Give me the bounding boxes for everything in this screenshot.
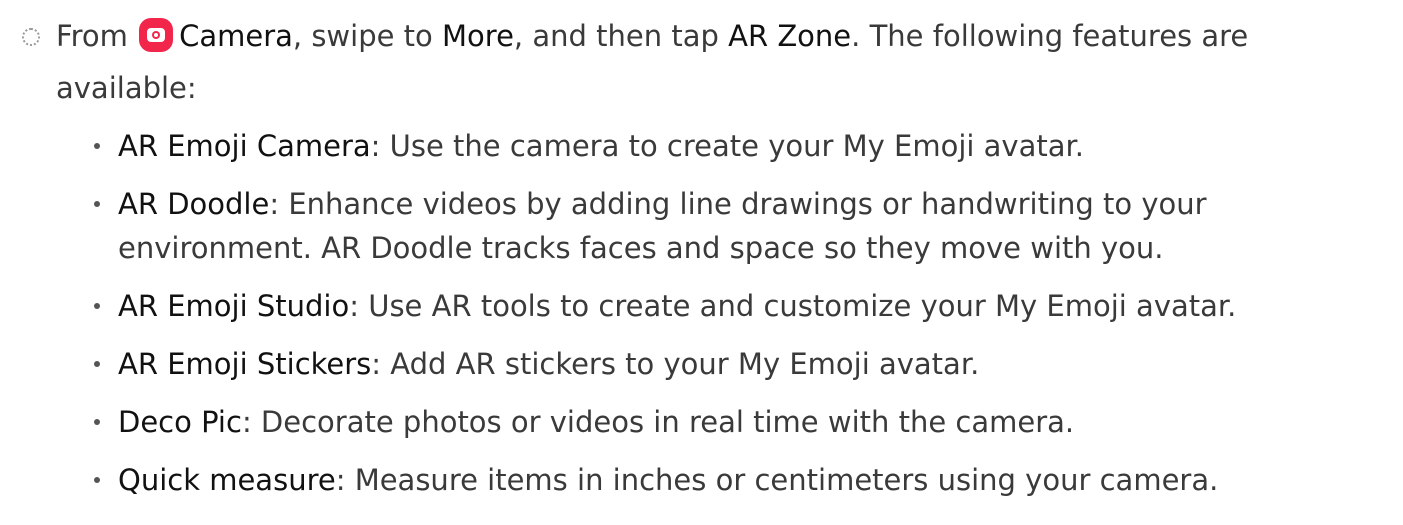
bullet-icon: [94, 201, 100, 207]
feature-item-ar-doodle: AR Doodle: Enhance videos by adding line…: [94, 182, 1394, 270]
ar-zone-label: AR Zone: [728, 19, 852, 53]
camera-app-icon: [139, 18, 174, 52]
bullet-icon: [94, 477, 100, 483]
step-intro: From Camera, swipe to More, and then tap…: [56, 10, 1386, 114]
feature-item-quick-measure: Quick measure: Measure items in inches o…: [94, 458, 1394, 502]
bullet-icon: [94, 361, 100, 367]
more-label: More: [442, 19, 514, 53]
swipe-text: , swipe to: [292, 19, 433, 53]
feature-description: : Use AR tools to create and customize y…: [349, 289, 1237, 323]
feature-item-deco-pic: Deco Pic: Decorate photos or videos in r…: [94, 400, 1394, 444]
feature-description: : Add AR stickers to your My Emoji avata…: [371, 347, 980, 381]
dotted-circle-icon: [22, 28, 40, 46]
feature-name: AR Doodle: [118, 187, 270, 221]
feature-list: AR Emoji Camera: Use the camera to creat…: [94, 124, 1394, 516]
feature-description: : Enhance videos by adding line drawings…: [118, 187, 1207, 265]
feature-name: AR Emoji Stickers: [118, 347, 372, 381]
bullet-icon: [94, 419, 100, 425]
feature-name: Deco Pic: [118, 405, 242, 439]
feature-description: : Decorate photos or videos in real time…: [241, 405, 1075, 439]
feature-item-ar-emoji-camera: AR Emoji Camera: Use the camera to creat…: [94, 124, 1394, 168]
feature-item-ar-emoji-stickers: AR Emoji Stickers: Add AR stickers to yo…: [94, 342, 1394, 386]
feature-description: : Use the camera to create your My Emoji…: [370, 129, 1084, 163]
camera-label: Camera: [179, 19, 293, 53]
bullet-icon: [94, 143, 100, 149]
feature-name: AR Emoji Camera: [118, 129, 371, 163]
feature-name: AR Emoji Studio: [118, 289, 350, 323]
tap-text: , and then tap: [513, 19, 719, 53]
from-text: From: [56, 19, 128, 53]
feature-item-ar-emoji-studio: AR Emoji Studio: Use AR tools to create …: [94, 284, 1394, 328]
bullet-icon: [94, 303, 100, 309]
feature-description: : Measure items in inches or centimeters…: [335, 463, 1219, 497]
feature-name: Quick measure: [118, 463, 336, 497]
